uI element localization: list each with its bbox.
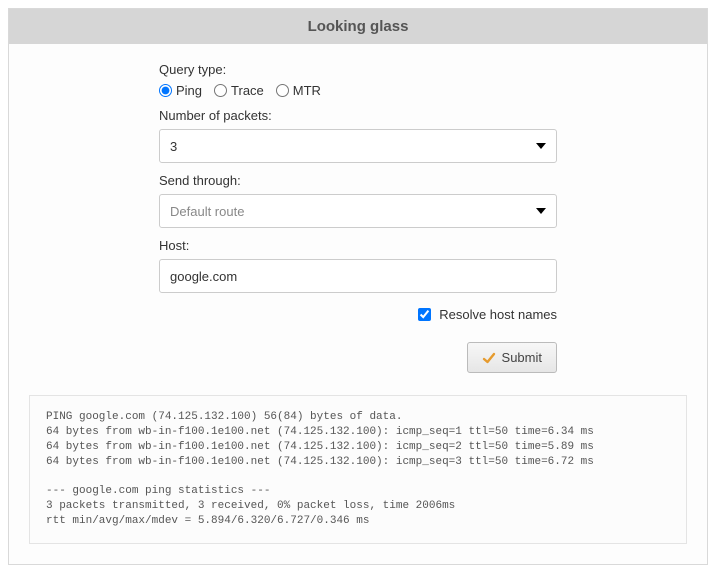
query-type-radios: Ping Trace MTR bbox=[159, 83, 557, 98]
resolve-hostnames[interactable]: Resolve host names bbox=[414, 305, 557, 324]
radio-ping-input[interactable] bbox=[159, 84, 172, 97]
packets-select[interactable]: 3 bbox=[159, 129, 557, 163]
radio-trace-input[interactable] bbox=[214, 84, 227, 97]
radio-ping-label: Ping bbox=[176, 83, 202, 98]
host-label: Host: bbox=[159, 238, 557, 253]
radio-trace[interactable]: Trace bbox=[214, 83, 264, 98]
radio-mtr-input[interactable] bbox=[276, 84, 289, 97]
query-type-label: Query type: bbox=[159, 62, 557, 77]
radio-mtr[interactable]: MTR bbox=[276, 83, 321, 98]
send-through-label: Send through: bbox=[159, 173, 557, 188]
output-console: PING google.com (74.125.132.100) 56(84) … bbox=[29, 395, 687, 544]
radio-ping[interactable]: Ping bbox=[159, 83, 202, 98]
host-input[interactable] bbox=[159, 259, 557, 293]
send-through-select[interactable]: Default route bbox=[159, 194, 557, 228]
packets-label: Number of packets: bbox=[159, 108, 557, 123]
radio-trace-label: Trace bbox=[231, 83, 264, 98]
submit-label: Submit bbox=[502, 350, 542, 365]
submit-button[interactable]: Submit bbox=[467, 342, 557, 373]
form-area: Query type: Ping Trace MTR Number of pac… bbox=[9, 44, 707, 387]
check-icon bbox=[482, 351, 496, 365]
panel-title: Looking glass bbox=[9, 9, 707, 44]
resolve-checkbox[interactable] bbox=[418, 308, 431, 321]
resolve-label: Resolve host names bbox=[439, 307, 557, 322]
looking-glass-panel: Looking glass Query type: Ping Trace MTR… bbox=[8, 8, 708, 565]
radio-mtr-label: MTR bbox=[293, 83, 321, 98]
